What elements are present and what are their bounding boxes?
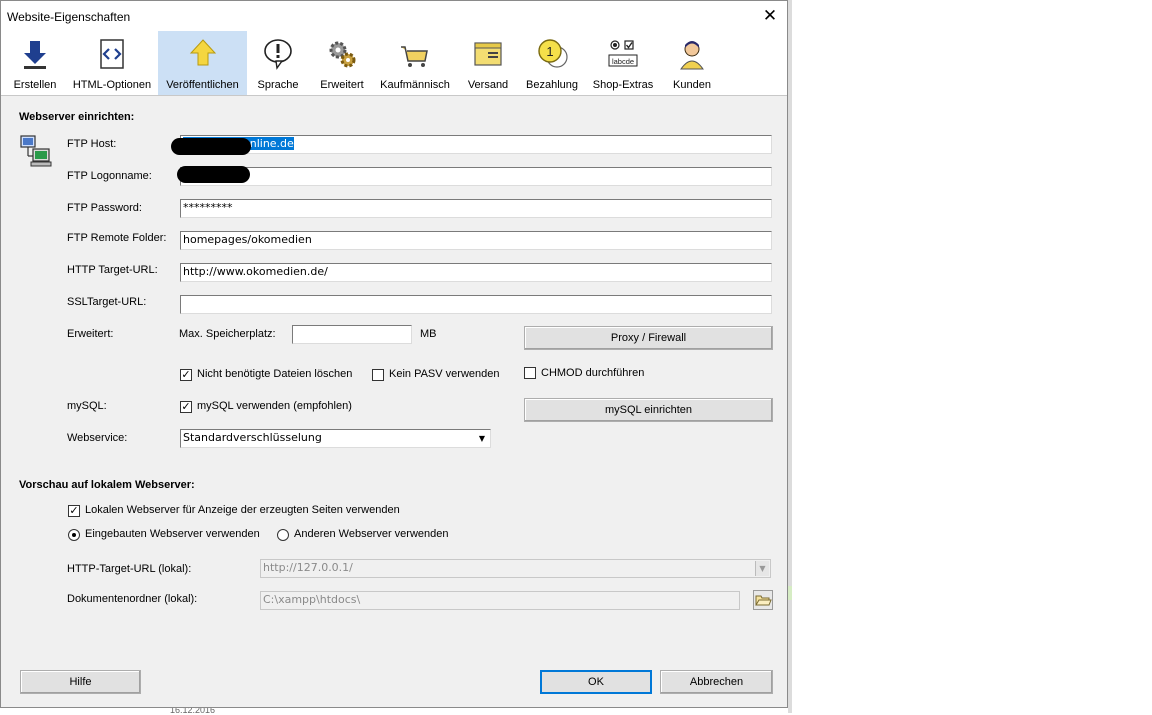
- ftp-logon-input[interactable]: [180, 167, 772, 186]
- tab-bezahlung[interactable]: 1 Bezahlung: [523, 31, 581, 95]
- http-target-url-label: HTTP Target-URL:: [67, 264, 158, 276]
- http-target-url-lokal-select: http://127.0.0.1/ ▼: [260, 559, 771, 578]
- tab-versand[interactable]: Versand: [463, 31, 513, 95]
- webservice-selected-value: Standardverschlüsselung: [183, 431, 322, 444]
- cancel-button-label: Abbrechen: [689, 676, 744, 688]
- tab-sprache[interactable]: Sprache: [251, 31, 305, 95]
- tab-label: Erstellen: [13, 79, 57, 91]
- package-icon: [474, 42, 502, 66]
- folder-open-icon[interactable]: [753, 590, 773, 610]
- ftp-remote-folder-input[interactable]: homepages/okomedien: [180, 231, 772, 250]
- download-arrow-icon: [24, 41, 46, 69]
- tab-label: Sprache: [257, 79, 299, 91]
- tab-label: Kunden: [673, 79, 711, 91]
- ftp-password-input[interactable]: *********: [180, 199, 772, 218]
- http-target-url-lokal-label: HTTP-Target-URL (lokal):: [67, 563, 192, 575]
- mb-unit-label: MB: [420, 328, 437, 340]
- section-heading-webserver: Webserver einrichten:: [19, 111, 135, 123]
- title-bar: Website-Eigenschaften ✕: [1, 1, 787, 31]
- tab-kunden[interactable]: Kunden: [667, 31, 717, 95]
- tab-label: Shop-Extras: [592, 79, 654, 91]
- tab-erstellen[interactable]: Erstellen: [5, 31, 65, 95]
- webservice-label: Webservice:: [67, 432, 128, 444]
- coins-icon: 1: [538, 39, 568, 68]
- lokaler-webserver-checkbox[interactable]: ✓: [68, 505, 80, 517]
- ftp-remote-folder-label: FTP Remote Folder:: [67, 232, 167, 244]
- nicht-benoetigte-label[interactable]: Nicht benötigte Dateien löschen: [197, 368, 352, 380]
- speech-bubble-icon: [264, 39, 292, 70]
- tab-label: Kaufmännisch: [380, 79, 450, 91]
- mysql-label: mySQL:: [67, 400, 107, 412]
- dialog-title: Website-Eigenschaften: [7, 10, 131, 24]
- ftp-logon-label: FTP Logonname:: [67, 170, 152, 182]
- network-computer-icon: [20, 135, 52, 167]
- tab-label: Veröffentlichen: [166, 79, 239, 91]
- help-button[interactable]: Hilfe: [20, 670, 141, 694]
- dokumentenordner-lokal-input: C:\xampp\htdocs\: [260, 591, 740, 610]
- redaction-mark: [171, 138, 251, 155]
- kein-pasv-checkbox[interactable]: [372, 369, 384, 381]
- max-speicherplatz-input[interactable]: [292, 325, 412, 344]
- chmod-checkbox[interactable]: [524, 367, 536, 379]
- ftp-host-label: FTP Host:: [67, 138, 117, 150]
- chmod-label[interactable]: CHMOD durchführen: [541, 367, 644, 379]
- customer-icon: [680, 41, 704, 70]
- eingebauten-webserver-label[interactable]: Eingebauten Webserver verwenden: [85, 528, 260, 540]
- gears-icon: [329, 41, 356, 68]
- lokaler-webserver-label[interactable]: Lokalen Webserver für Anzeige der erzeug…: [85, 504, 400, 516]
- tab-erweitert[interactable]: Erweitert: [313, 31, 371, 95]
- http-target-url-lokal-value: http://127.0.0.1/: [263, 561, 353, 574]
- cancel-button[interactable]: Abbrechen: [660, 670, 773, 694]
- tab-html-optionen[interactable]: HTML-Optionen: [69, 31, 155, 95]
- shopping-cart-icon: [401, 46, 428, 67]
- http-target-url-input[interactable]: http://www.okomedien.de/: [180, 263, 772, 282]
- ok-button[interactable]: OK: [540, 670, 652, 694]
- tab-label: Versand: [467, 79, 509, 91]
- anderen-webserver-label[interactable]: Anderen Webserver verwenden: [294, 528, 449, 540]
- section-heading-preview: Vorschau auf lokalem Webserver:: [19, 479, 195, 491]
- redaction-mark: [177, 166, 250, 183]
- eingebauten-webserver-radio[interactable]: [68, 529, 80, 541]
- ssl-target-url-input[interactable]: [180, 295, 772, 314]
- chevron-down-icon[interactable]: ▼: [475, 431, 489, 446]
- background-green-strip: [788, 586, 792, 600]
- nicht-benoetigte-checkbox[interactable]: ✓: [180, 369, 192, 381]
- toolbar: Erstellen HTML-Optionen Veröffentlichen: [1, 31, 787, 96]
- tab-veroeffentlichen[interactable]: Veröffentlichen: [158, 31, 247, 95]
- content-area: Webserver einrichten: FTP Host: online.d…: [1, 96, 787, 707]
- ftp-host-input[interactable]: online.de: [180, 135, 772, 154]
- proxy-firewall-button[interactable]: Proxy / Firewall: [524, 326, 773, 350]
- radio-dot: [72, 533, 76, 537]
- mysql-use-checkbox[interactable]: ✓: [180, 401, 192, 413]
- website-properties-dialog: Website-Eigenschaften ✕ Erstellen HTML-O…: [0, 0, 788, 708]
- erweitert-label: Erweitert:: [67, 328, 114, 340]
- tab-label: HTML-Optionen: [72, 79, 152, 91]
- close-icon[interactable]: ✕: [759, 6, 781, 26]
- ok-button-label: OK: [588, 676, 604, 688]
- tab-label: Erweitert: [320, 79, 364, 91]
- anderen-webserver-radio[interactable]: [277, 529, 289, 541]
- tab-label: Bezahlung: [526, 79, 578, 91]
- max-speicherplatz-label: Max. Speicherplatz:: [179, 328, 276, 340]
- tab-kaufmaennisch[interactable]: Kaufmännisch: [379, 31, 451, 95]
- upload-arrow-icon: [189, 39, 216, 66]
- svg-text:1: 1: [546, 44, 553, 59]
- ssl-target-url-label: SSLTarget-URL:: [67, 296, 147, 308]
- form-controls-icon: labcde: [608, 40, 638, 67]
- mysql-use-label[interactable]: mySQL verwenden (empfohlen): [197, 400, 352, 412]
- background-area: [788, 0, 792, 713]
- dokumentenordner-lokal-label: Dokumentenordner (lokal):: [67, 593, 198, 605]
- webservice-select[interactable]: Standardverschlüsselung ▼: [180, 429, 491, 448]
- mysql-einrichten-button[interactable]: mySQL einrichten: [524, 398, 773, 422]
- help-button-label: Hilfe: [69, 676, 92, 688]
- html-code-icon: [100, 39, 124, 69]
- kein-pasv-label[interactable]: Kein PASV verwenden: [389, 368, 499, 380]
- tab-shop-extras[interactable]: labcde Shop-Extras: [589, 31, 657, 95]
- chevron-down-icon: ▼: [755, 561, 769, 576]
- svg-text:labcde: labcde: [612, 57, 634, 66]
- ftp-password-label: FTP Password:: [67, 202, 142, 214]
